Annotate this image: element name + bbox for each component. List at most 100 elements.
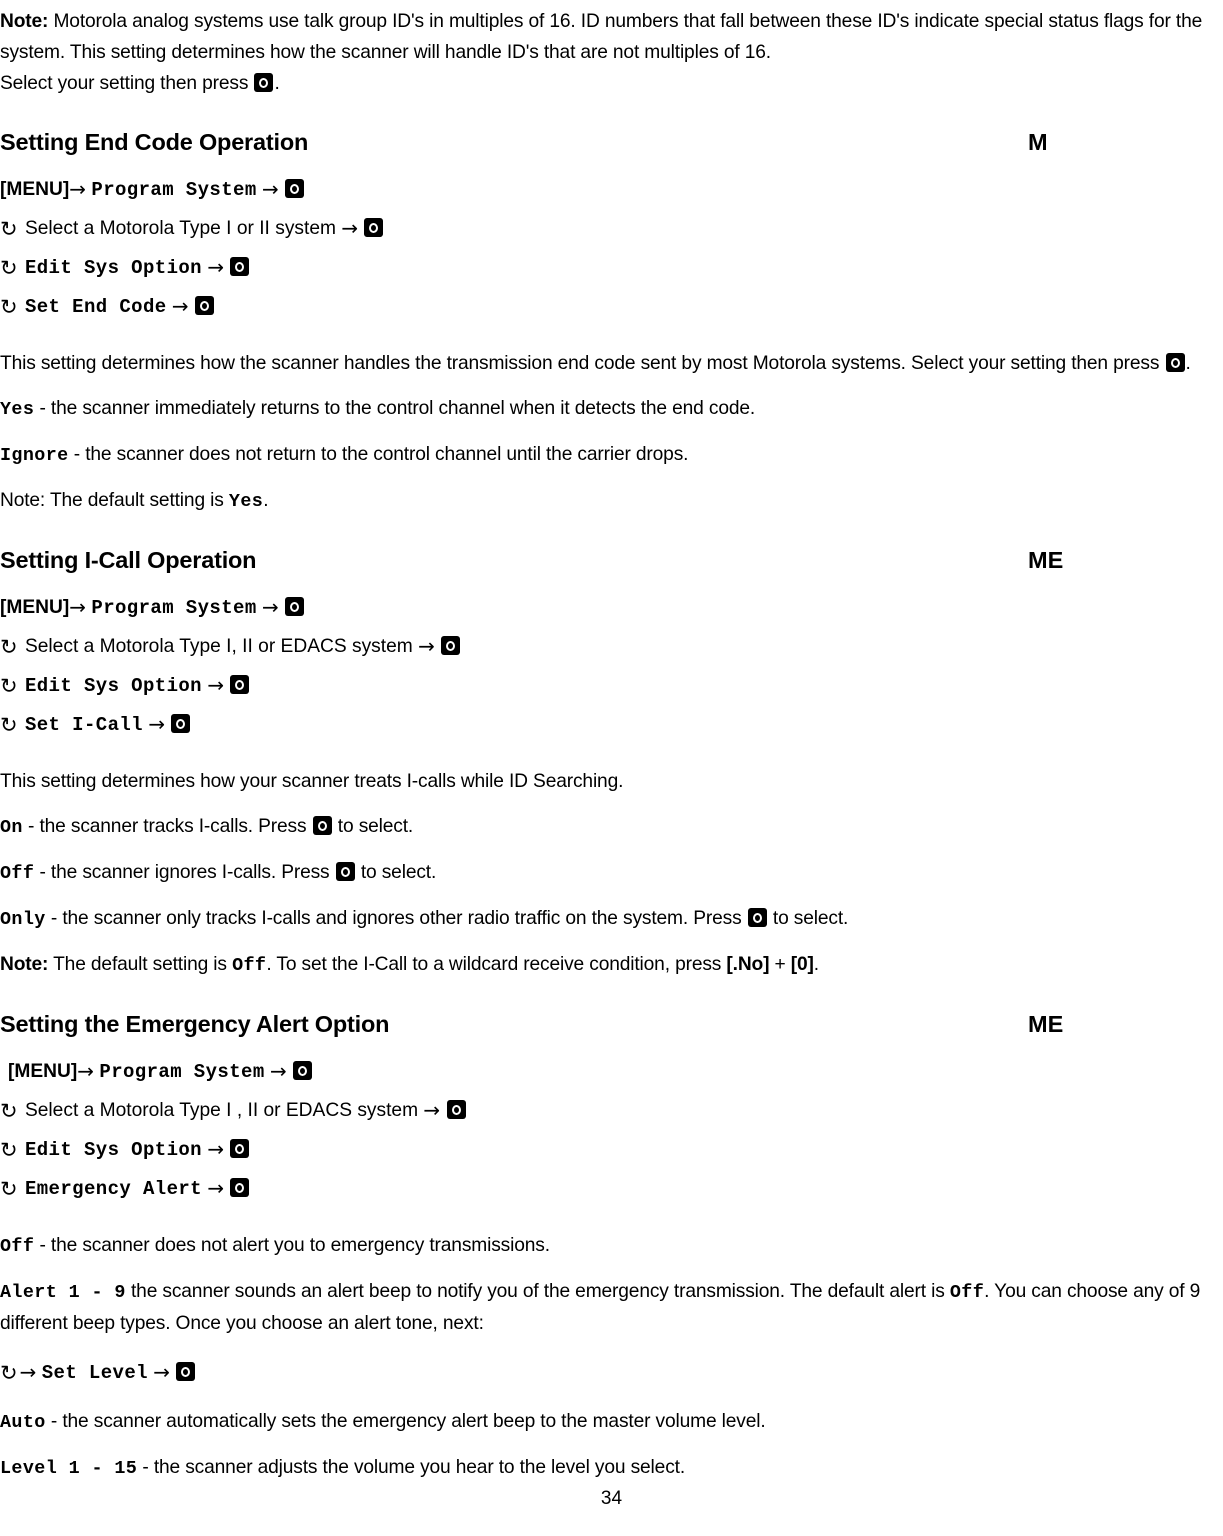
section-heading-end-code: Setting End Code Operation M [0,129,1223,156]
section-marker-badge: ME [1028,1011,1064,1037]
option-term: Off [0,863,35,884]
arrow-icon: → [418,634,435,658]
menu-path-line: [MENU]→ Program System → [0,588,1223,627]
page-content: Note: Motorola analog systems use talk g… [0,6,1223,1484]
i-call-option-off: Off - the scanner ignores I-calls. Press… [0,857,1223,889]
note-label: Note: [0,954,49,975]
select-button-icon [364,218,384,237]
rotate-knob-icon: ↻ [0,217,18,241]
intro-note-label: Note: [0,11,49,32]
select-button-icon [230,1139,250,1158]
select-button-icon [230,1178,250,1197]
menu-item-label: Program System [91,597,257,619]
manual-page: Note: Motorola analog systems use talk g… [0,0,1223,1536]
option-description: - the scanner does not return to the con… [68,444,689,465]
menu-path-line: ↻ Select a Motorola Type I or II system … [0,209,1223,248]
description-text: This setting determines how the scanner … [0,353,1165,374]
menu-item-label: Emergency Alert [24,1178,202,1200]
option-description: - the scanner only tracks I-calls and ig… [45,908,747,929]
option-term: Off [0,1236,35,1257]
end-code-description: This setting determines how the scanner … [0,348,1223,379]
arrow-icon: → [69,595,87,619]
rotate-knob-icon: ↻ [0,1138,18,1162]
page-number: 34 [600,1488,623,1509]
rotate-knob-icon: ↻ [0,674,18,698]
menu-item-label: Edit Sys Option [24,257,202,279]
option-term: Only [0,909,46,930]
select-button-icon [293,1061,313,1080]
rotate-knob-icon: ↻ [0,256,18,280]
menu-item-label: Set End Code [24,296,167,318]
arrow-icon: → [261,177,279,201]
arrow-icon: → [261,595,279,619]
option-description-end: to select. [332,816,414,837]
select-button-icon [176,1362,196,1381]
option-description: - the scanner does not alert you to emer… [34,1235,550,1256]
arrow-icon: → [207,1137,225,1161]
section-heading-emergency-alert: Setting the Emergency Alert Option ME [0,1011,1223,1038]
select-button-icon [171,714,191,733]
select-button-icon [312,816,332,835]
option-description: - the scanner adjusts the volume you hea… [137,1457,685,1478]
menu-item-label: Edit Sys Option [24,675,202,697]
section-heading-i-call: Setting I-Call Operation ME [0,547,1223,574]
menu-path-line: ↻ Set I-Call → [0,705,1223,744]
intro-select-prefix: Select your setting then press [0,73,254,94]
note-text-part2: . To set the I-Call to a wildcard receiv… [266,954,727,975]
note-prefix: Note: The default setting is [0,490,229,511]
select-button-icon [254,73,274,92]
arrow-icon: → [423,1098,441,1122]
emergency-level-option-auto: Auto - the scanner automatically sets th… [0,1406,1223,1438]
alert-range-text-1: the scanner sounds an alert beep to noti… [125,1281,950,1302]
menu-path-line: ↻ Select a Motorola Type I, II or EDACS … [0,627,1223,666]
select-button-icon [747,908,767,927]
rotate-knob-icon: ↻ [0,1361,18,1385]
arrow-icon: → [19,1360,37,1384]
end-code-option-yes: Yes - the scanner immediately returns to… [0,393,1223,425]
select-button-icon [1165,353,1185,372]
arrow-icon: → [69,177,87,201]
menu-item-label: Set Level [41,1362,148,1384]
intro-note-paragraph: Note: Motorola analog systems use talk g… [0,6,1223,68]
menu-path-line: [MENU]→ Program System → [0,1052,1223,1091]
select-button-icon [441,636,461,655]
menu-path-line: ↻ Edit Sys Option → [0,666,1223,705]
arrow-icon: → [269,1059,287,1083]
end-code-option-ignore: Ignore - the scanner does not return to … [0,439,1223,471]
menu-key-label: [MENU] [0,597,70,618]
arrow-icon: → [341,216,359,240]
menu-key-label: [MENU] [0,179,70,200]
intro-note-text: Motorola analog systems use talk group I… [0,11,1203,63]
menu-item-label: Edit Sys Option [24,1139,202,1161]
alert-default-term: Off [949,1282,985,1303]
note-end: . [813,954,819,975]
rotate-knob-icon: ↻ [0,713,18,737]
select-button-icon [285,179,305,198]
section-marker-badge: M [1028,129,1048,155]
note-suffix: . [263,490,269,511]
menu-path-line: ↻ Emergency Alert → [0,1169,1223,1208]
menu-item-label: Set I-Call [24,714,143,736]
arrow-icon: → [77,1059,95,1083]
option-description: - the scanner ignores I-calls. Press [34,862,335,883]
menu-path-line: ↻ Edit Sys Option → [0,248,1223,287]
select-button-icon [230,257,250,276]
option-term: Level 1 - 15 [0,1458,138,1479]
menu-item-label: Program System [91,179,257,201]
note-key-no: [.No] [726,954,770,975]
arrow-icon: → [148,712,166,736]
